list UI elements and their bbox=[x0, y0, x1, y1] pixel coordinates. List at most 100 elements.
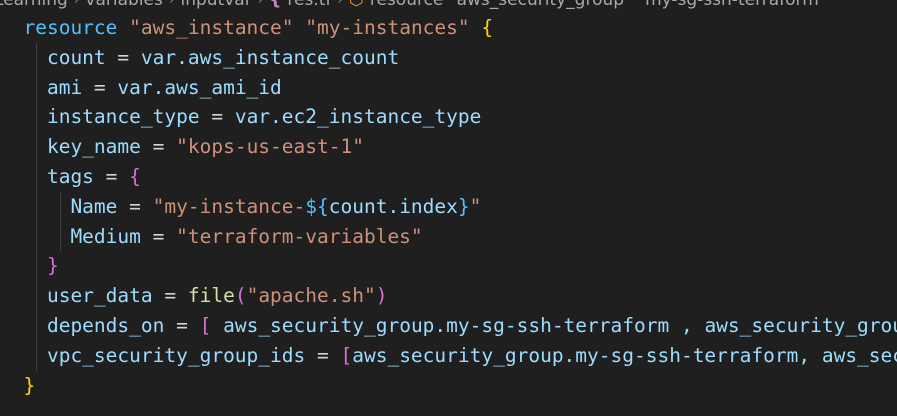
code-token: "my-instance- bbox=[152, 194, 306, 218]
chevron-right-icon: › bbox=[337, 0, 344, 8]
symbol-cube-icon: ⬡ bbox=[349, 0, 364, 10]
indent-guide bbox=[36, 191, 37, 222]
indent-guide bbox=[60, 221, 61, 252]
code-line[interactable]: tags = { bbox=[0, 161, 897, 192]
code-line[interactable]: count = var.aws_instance_count bbox=[0, 42, 897, 73]
code-token: [ bbox=[199, 313, 212, 337]
code-token: var.aws_instance_count bbox=[140, 45, 400, 69]
chevron-right-icon: › bbox=[257, 0, 264, 8]
indent-guide bbox=[36, 310, 37, 341]
chevron-right-icon: › bbox=[73, 0, 80, 8]
indent-guide bbox=[36, 161, 37, 192]
code-token: " bbox=[469, 194, 482, 218]
code-token: key_name bbox=[23, 135, 141, 159]
code-token: var.ec2_instance_type bbox=[234, 105, 482, 129]
code-token: "kops-us-east-1" bbox=[176, 135, 364, 159]
code-editor[interactable]: Learning › variables › inputvar › { res.… bbox=[0, 0, 897, 416]
code-token: "aws_instance" bbox=[129, 16, 294, 39]
code-token: instance_type bbox=[23, 105, 200, 129]
code-token: = bbox=[305, 343, 341, 367]
breadcrumb-item-inputvar[interactable]: inputvar bbox=[180, 0, 251, 10]
code-token: "apache.sh" bbox=[246, 284, 376, 308]
code-token: aws_security_group.my-sg-ssh-terraform, … bbox=[352, 343, 897, 367]
indent-guide bbox=[60, 191, 61, 222]
code-token: tags bbox=[23, 164, 94, 188]
code-line[interactable]: ami = var.aws_ami_id bbox=[0, 72, 897, 103]
breadcrumb-item-symbol[interactable]: resource "aws_security_group" "my-sg-ssh… bbox=[370, 0, 827, 10]
chevron-right-icon: › bbox=[168, 0, 175, 8]
code-line[interactable]: } bbox=[0, 251, 897, 282]
code-token: = bbox=[117, 194, 153, 218]
code-token: } bbox=[46, 254, 59, 278]
code-token: aws_security_group.my-sg-ssh-terraform ,… bbox=[223, 313, 897, 337]
code-line[interactable]: Medium = "terraform-variables" bbox=[0, 221, 897, 252]
terraform-file-icon: { bbox=[269, 0, 282, 10]
code-token: = bbox=[199, 105, 235, 129]
code-token: = bbox=[93, 164, 130, 188]
code-token: ) bbox=[375, 284, 388, 308]
breadcrumb-item-file[interactable]: res.tf bbox=[287, 0, 331, 10]
code-token: = bbox=[152, 284, 188, 308]
indent-guide bbox=[36, 221, 37, 252]
code-token: Name bbox=[23, 194, 118, 218]
code-line[interactable]: vpc_security_group_ids = [aws_security_g… bbox=[0, 340, 897, 371]
code-token: = bbox=[140, 224, 177, 248]
indent-guide bbox=[36, 281, 37, 311]
code-token: depends_on bbox=[23, 313, 165, 337]
code-token: = bbox=[140, 135, 177, 159]
code-token: vpc_security_group_ids bbox=[23, 343, 306, 367]
code-area[interactable]: resource "aws_instance" "my-instances" {… bbox=[0, 13, 897, 400]
code-token: [ bbox=[340, 343, 353, 367]
code-line[interactable]: depends_on = [ aws_security_group.my-sg-… bbox=[0, 310, 897, 341]
code-line[interactable]: resource "aws_instance" "my-instances" { bbox=[0, 13, 897, 43]
code-line[interactable]: } bbox=[0, 371, 897, 401]
code-token: Medium bbox=[23, 224, 141, 248]
code-token: count.index bbox=[328, 194, 458, 218]
code-token: { bbox=[129, 164, 141, 188]
code-token: ( bbox=[234, 284, 247, 308]
code-token: } bbox=[23, 373, 36, 397]
breadcrumb: Learning › variables › inputvar › { res.… bbox=[0, 0, 827, 11]
code-line[interactable]: Name = "my-instance-${count.index}" bbox=[0, 191, 897, 222]
code-token: ${ bbox=[305, 194, 329, 218]
code-token: var.aws_ami_id bbox=[117, 75, 282, 99]
code-token: resource bbox=[23, 16, 118, 39]
indent-guide bbox=[36, 102, 37, 133]
breadcrumb-item-learning[interactable]: Learning bbox=[0, 0, 68, 10]
code-token: { bbox=[481, 16, 494, 39]
code-token: "my-instances" bbox=[305, 16, 470, 39]
code-token: user_data bbox=[23, 284, 153, 308]
code-line[interactable]: instance_type = var.ec2_instance_type bbox=[0, 102, 897, 133]
breadcrumb-item-variables[interactable]: variables bbox=[85, 0, 162, 10]
code-token: ami bbox=[23, 75, 83, 99]
indent-guide bbox=[36, 42, 37, 73]
indent-guide bbox=[36, 72, 37, 103]
code-token: = bbox=[164, 313, 200, 337]
code-token: = bbox=[82, 75, 118, 99]
code-line[interactable]: key_name = "kops-us-east-1" bbox=[0, 132, 897, 162]
indent-guide bbox=[36, 132, 37, 162]
code-line[interactable]: user_data = file("apache.sh") bbox=[0, 281, 897, 311]
indent-guide bbox=[36, 251, 37, 282]
code-token: } bbox=[457, 194, 470, 218]
code-token: file bbox=[187, 284, 235, 308]
indent-guide bbox=[36, 340, 37, 371]
code-token: "terraform-variables" bbox=[176, 224, 423, 248]
code-token: = bbox=[105, 45, 141, 69]
